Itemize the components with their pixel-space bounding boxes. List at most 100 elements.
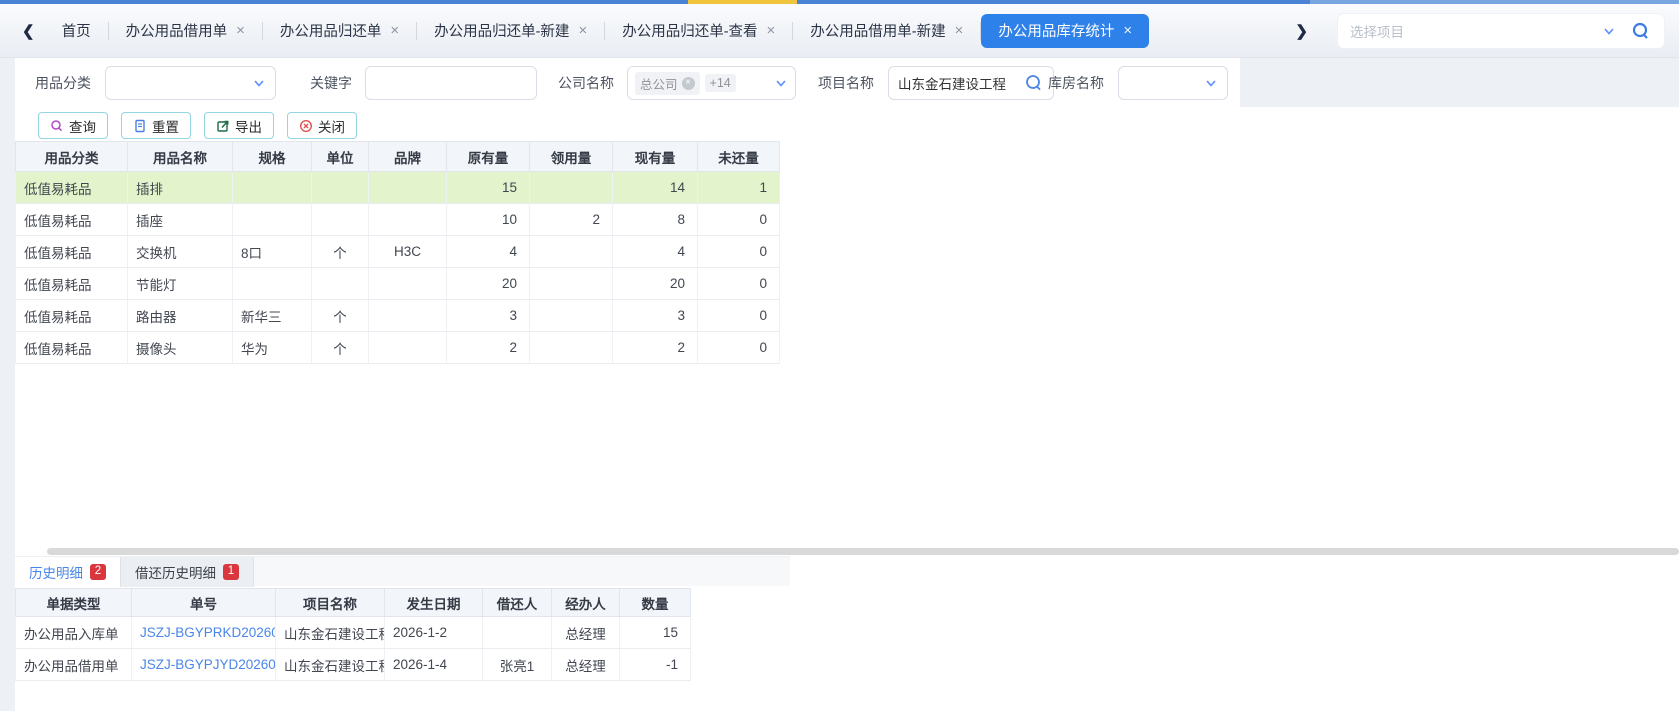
column-header-date: 发生日期 xyxy=(385,589,483,617)
tab-close-icon[interactable]: × xyxy=(1123,23,1132,38)
cell-unreturned-qty: 0 xyxy=(698,236,780,268)
filter-label-project: 项目名称 xyxy=(818,66,874,100)
cell-spec: 华为 xyxy=(233,332,312,364)
column-header-doc-type: 单据类型 xyxy=(16,589,132,617)
cell-project: 山东金石建设工程 xyxy=(276,649,385,681)
cell-date: 2026-1-2 xyxy=(385,617,483,649)
cell-doc-type: 办公用品借用单 xyxy=(16,649,132,681)
tab-item[interactable]: 办公用品借用单-新建× xyxy=(793,14,980,48)
table-row[interactable]: 低值易耗品摄像头华为个220 xyxy=(16,332,780,364)
tab-active[interactable]: 办公用品库存统计× xyxy=(981,14,1149,48)
cell-borrower: 张亮1 xyxy=(483,649,552,681)
cell-category: 低值易耗品 xyxy=(16,172,128,204)
close-circle-icon xyxy=(299,119,313,133)
cell-name: 插排 xyxy=(128,172,233,204)
cell-unreturned-qty: 0 xyxy=(698,332,780,364)
tab-close-icon[interactable]: × xyxy=(236,23,245,38)
search-button[interactable]: 查询 xyxy=(38,112,108,139)
cell-current-qty: 3 xyxy=(613,300,698,332)
keyword-input-box xyxy=(365,66,537,100)
table-row[interactable]: 办公用品借用单JSZJ-BGYPJYD20260山东金石建设工程2026-1-4… xyxy=(16,649,691,681)
tab-close-icon[interactable]: × xyxy=(578,23,587,38)
company-multiselect[interactable]: 总公司 × +14 xyxy=(627,66,796,100)
history-table: 单据类型单号项目名称发生日期借还人经办人数量办公用品入库单JSZJ-BGYPRK… xyxy=(15,588,691,681)
column-header-unreturned-qty: 未还量 xyxy=(698,142,780,172)
cell-unit xyxy=(312,172,369,204)
search-icon[interactable] xyxy=(1630,20,1652,42)
tab-close-icon[interactable]: × xyxy=(390,23,399,38)
table-row[interactable]: 办公用品入库单JSZJ-BGYPRKD20260山东金石建设工程2026-1-2… xyxy=(16,617,691,649)
category-select[interactable] xyxy=(105,66,276,100)
table-row[interactable]: 低值易耗品插座10280 xyxy=(16,204,780,236)
column-header-borrower: 借还人 xyxy=(483,589,552,617)
cell-unit xyxy=(312,204,369,236)
tabs-scroll-right-icon[interactable]: ❯ xyxy=(1285,22,1318,40)
cell-original-qty: 4 xyxy=(447,236,530,268)
filter-label-company: 公司名称 xyxy=(558,66,614,100)
horizontal-scrollbar[interactable] xyxy=(47,548,1679,555)
tab-label: 办公用品归还单-新建 xyxy=(434,20,569,41)
history-tab-label: 历史明细 xyxy=(29,562,83,582)
history-tab-item[interactable]: 借还历史明细1 xyxy=(121,557,254,587)
column-header-handler: 经办人 xyxy=(552,589,620,617)
cell-original-qty: 3 xyxy=(447,300,530,332)
table-row[interactable]: 低值易耗品插排15141 xyxy=(16,172,780,204)
doc-link[interactable]: JSZJ-BGYPRKD20260 xyxy=(140,625,276,640)
cell-name: 插座 xyxy=(128,204,233,236)
company-tag-label: 总公司 xyxy=(640,74,678,93)
cell-used-qty xyxy=(530,172,613,204)
keyword-input[interactable] xyxy=(375,76,527,91)
search-icon[interactable] xyxy=(1024,73,1044,93)
tag-remove-icon[interactable]: × xyxy=(682,77,695,90)
cell-doc-type: 办公用品入库单 xyxy=(16,617,132,649)
column-header-project: 项目名称 xyxy=(276,589,385,617)
warehouse-select[interactable] xyxy=(1118,66,1228,100)
cell-used-qty xyxy=(530,268,613,300)
column-header-qty: 数量 xyxy=(620,589,691,617)
header-row: 用品分类用品名称规格单位品牌原有量领用量现有量未还量 xyxy=(16,142,780,172)
toolbar: 查询 重置 导出 关闭 xyxy=(38,112,357,139)
history-tab-active[interactable]: 历史明细2 xyxy=(15,557,121,587)
cell-qty: -1 xyxy=(620,649,691,681)
column-header-unit: 单位 xyxy=(312,142,369,172)
cell-spec xyxy=(233,172,312,204)
filter-row-spacer xyxy=(1240,58,1679,107)
tab-item[interactable]: 办公用品归还单-新建 × xyxy=(417,14,604,48)
table-row[interactable]: 低值易耗品路由器新华三个330 xyxy=(16,300,780,332)
cell-current-qty: 20 xyxy=(613,268,698,300)
reset-button[interactable]: 重置 xyxy=(121,112,191,139)
column-header-brand: 品牌 xyxy=(369,142,447,172)
count-badge: 1 xyxy=(223,564,239,580)
tabs-scroll-left-icon[interactable]: ❮ xyxy=(12,22,45,40)
reset-button-label: 重置 xyxy=(152,116,179,136)
tab-bar: ❮ 首页办公用品借用单×办公用品归还单×办公用品归还单-新建×办公用品归还单-查… xyxy=(0,4,1679,58)
tab-label: 办公用品归还单 xyxy=(280,20,382,41)
tab-item[interactable]: 办公用品归还单-查看× xyxy=(605,14,792,48)
export-button-label: 导出 xyxy=(235,116,262,136)
cell-unreturned-qty: 1 xyxy=(698,172,780,204)
close-button[interactable]: 关闭 xyxy=(287,112,357,139)
tab-close-icon[interactable]: × xyxy=(955,23,964,38)
project-select[interactable]: 选择项目 xyxy=(1338,14,1664,48)
cell-used-qty xyxy=(530,332,613,364)
cell-qty: 15 xyxy=(620,617,691,649)
document-icon xyxy=(133,119,147,133)
export-button[interactable]: 导出 xyxy=(204,112,274,139)
cell-current-qty: 2 xyxy=(613,332,698,364)
table-row[interactable]: 低值易耗品交换机8口个H3C440 xyxy=(16,236,780,268)
cell-used-qty xyxy=(530,300,613,332)
tab-item[interactable]: 首页 xyxy=(45,14,108,48)
tab-close-icon[interactable]: × xyxy=(767,23,776,38)
cell-borrower xyxy=(483,617,552,649)
tab-item[interactable]: 办公用品借用单× xyxy=(109,14,262,48)
cell-unit: 个 xyxy=(312,332,369,364)
company-tag: 总公司 × xyxy=(635,72,700,95)
doc-link[interactable]: JSZJ-BGYPJYD20260 xyxy=(140,657,276,672)
project-search-input[interactable]: 山东金石建设工程 xyxy=(888,66,1054,100)
company-more-chip: +14 xyxy=(705,74,736,92)
table-row[interactable]: 低值易耗品节能灯20200 xyxy=(16,268,780,300)
cell-name: 摄像头 xyxy=(128,332,233,364)
tab-item[interactable]: 办公用品归还单 × xyxy=(263,14,416,48)
cell-doc-no: JSZJ-BGYPJYD20260 xyxy=(132,649,276,681)
cell-current-qty: 8 xyxy=(613,204,698,236)
